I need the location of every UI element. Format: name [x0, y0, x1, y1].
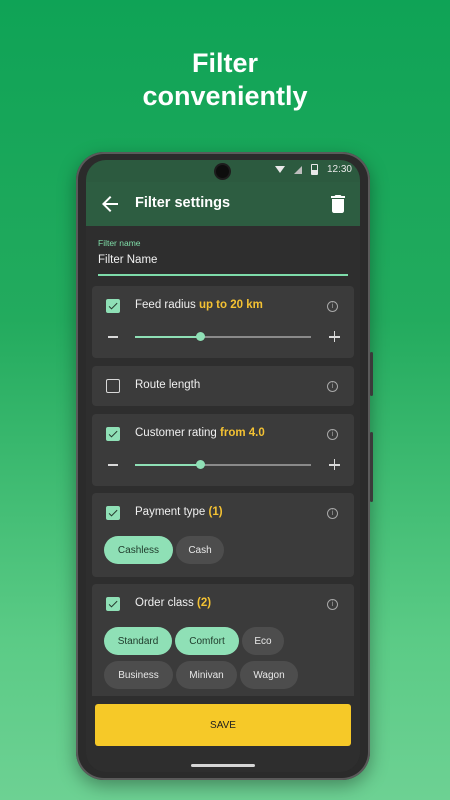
order-class-text: Order class — [135, 597, 194, 609]
route-length-label: Route length — [135, 379, 201, 391]
headline-line-1: Filter — [191, 48, 258, 78]
plus-icon-vertical — [333, 331, 336, 342]
route-length-row[interactable]: Route length i — [92, 366, 354, 406]
filter-name-underline — [98, 274, 348, 276]
power-button — [370, 352, 373, 396]
wifi-icon — [274, 166, 285, 173]
info-icon[interactable]: i — [327, 381, 338, 392]
order-class-row[interactable]: Order class (2) i — [92, 584, 354, 624]
order-class-label: Order class (2) — [135, 597, 211, 609]
info-icon[interactable]: i — [327, 599, 338, 610]
chip-cashless[interactable]: Cashless — [104, 536, 173, 564]
feed-radius-row[interactable]: Feed radius up to 20 km i — [92, 286, 354, 326]
customer-rating-row[interactable]: Customer rating from 4.0 i — [92, 414, 354, 454]
payment-type-label: Payment type (1) — [135, 506, 223, 518]
info-icon[interactable]: i — [327, 301, 338, 312]
chip-business[interactable]: Business — [104, 661, 173, 689]
arrow-left-icon[interactable] — [98, 192, 122, 216]
phone-screen: 12:30 Filter settings Filter name Filter… — [86, 160, 360, 772]
payment-type-card: Payment type (1) i Cashless Cash — [92, 493, 354, 577]
payment-type-checkbox-icon[interactable] — [106, 506, 120, 520]
slider-fill — [135, 463, 201, 466]
customer-rating-value: from 4.0 — [220, 427, 265, 439]
chip-cash[interactable]: Cash — [176, 536, 224, 564]
customer-rating-checkbox-icon[interactable] — [106, 427, 120, 441]
front-camera — [216, 165, 229, 178]
filter-name-label: Filter name — [98, 238, 141, 248]
payment-type-count: (1) — [208, 506, 223, 518]
chip-eco[interactable]: Eco — [242, 627, 284, 655]
home-indicator[interactable] — [191, 764, 255, 767]
plus-icon-vertical — [333, 459, 336, 470]
phone-frame: 12:30 Filter settings Filter name Filter… — [76, 152, 373, 780]
chip-standard[interactable]: Standard — [104, 627, 172, 655]
minus-icon[interactable] — [108, 336, 118, 338]
minus-icon[interactable] — [108, 464, 118, 466]
headline: Filter conveniently — [0, 47, 450, 113]
feed-radius-slider[interactable] — [92, 326, 354, 348]
chip-comfort[interactable]: Comfort — [175, 627, 239, 655]
status-time: 12:30 — [326, 164, 352, 175]
signal-icon — [293, 165, 302, 174]
route-length-card: Route length i — [92, 366, 354, 406]
slider-thumb[interactable] — [195, 460, 205, 469]
info-icon[interactable]: i — [327, 429, 338, 440]
customer-rating-slider[interactable] — [92, 454, 354, 476]
save-bar: SAVE — [86, 696, 360, 772]
feed-radius-label: Feed radius up to 20 km — [135, 299, 263, 311]
chip-wagon[interactable]: Wagon — [240, 661, 298, 689]
app-bar: Filter settings — [86, 182, 360, 226]
slider-fill — [135, 335, 201, 338]
headline-line-2: conveniently — [142, 81, 308, 111]
filter-name-input[interactable]: Filter Name — [98, 254, 157, 266]
feed-radius-checkbox-icon[interactable] — [106, 299, 120, 313]
slider-thumb[interactable] — [195, 332, 205, 341]
trash-icon[interactable] — [326, 192, 350, 216]
customer-rating-text: Customer rating — [135, 427, 217, 439]
chip-minivan[interactable]: Minivan — [176, 661, 237, 689]
feed-radius-text: Feed radius — [135, 299, 196, 311]
payment-type-row[interactable]: Payment type (1) i — [92, 493, 354, 533]
save-button[interactable]: SAVE — [95, 704, 351, 746]
status-icons: 12:30 — [274, 164, 352, 175]
customer-rating-card: Customer rating from 4.0 i — [92, 414, 354, 486]
status-bar: 12:30 — [86, 160, 360, 182]
customer-rating-label: Customer rating from 4.0 — [135, 427, 265, 439]
feed-radius-value: up to 20 km — [198, 299, 263, 311]
feed-radius-card: Feed radius up to 20 km i — [92, 286, 354, 358]
volume-button — [370, 432, 373, 502]
info-icon[interactable]: i — [327, 508, 338, 519]
order-class-card: Order class (2) i Standard Comfort Eco B… — [92, 584, 354, 704]
route-length-checkbox-icon[interactable] — [106, 379, 120, 393]
page-title: Filter settings — [135, 195, 231, 211]
payment-type-text: Payment type — [135, 506, 206, 518]
order-class-count: (2) — [197, 597, 212, 609]
order-class-checkbox-icon[interactable] — [106, 597, 120, 611]
battery-icon — [310, 164, 318, 175]
